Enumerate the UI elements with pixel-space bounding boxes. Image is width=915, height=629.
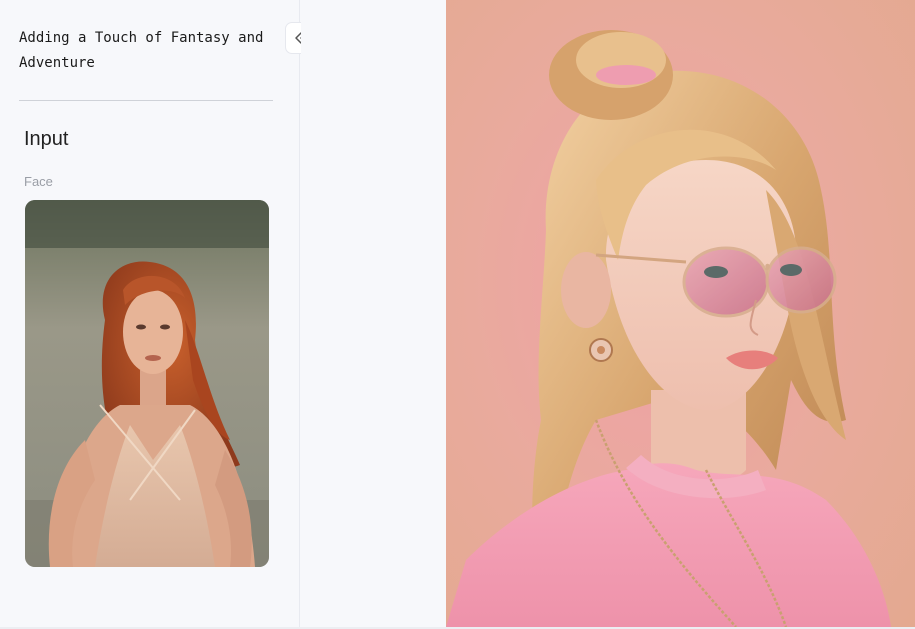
output-portrait-illustration	[446, 0, 915, 627]
face-field-label: Face	[24, 174, 53, 189]
page-title: Adding a Touch of Fantasy and Adventure	[19, 30, 264, 71]
divider	[19, 100, 273, 101]
face-photo-illustration	[25, 200, 269, 567]
input-section-title: Input	[24, 128, 69, 150]
generated-output-image[interactable]	[446, 0, 915, 627]
sidebar: Adding a Touch of Fantasy and Adventure …	[0, 0, 300, 629]
app-window: Adding a Touch of Fantasy and Adventure …	[0, 0, 915, 629]
face-input-image[interactable]	[25, 200, 269, 567]
workspace-gap	[301, 0, 446, 629]
